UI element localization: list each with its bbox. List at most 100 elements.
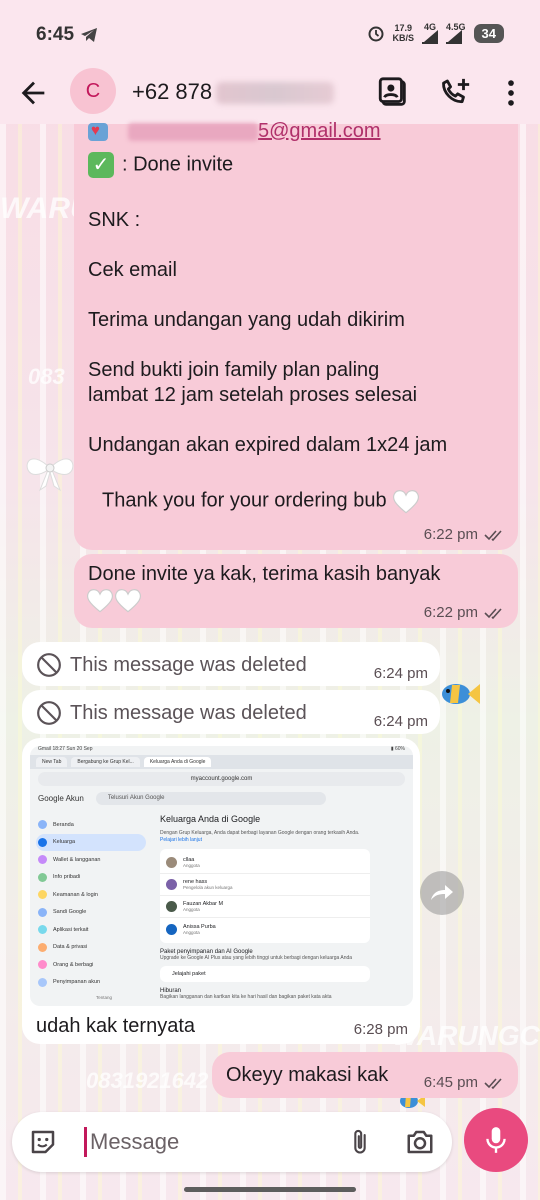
compose-bar: [12, 1112, 452, 1172]
shot-explore: Jelajahi paket: [160, 966, 370, 982]
shot-side-item: Aplikasi terkait: [36, 921, 146, 939]
sticker-icon[interactable]: [28, 1127, 58, 1157]
shot-member: Anissa Purba Anggota: [160, 918, 370, 940]
message-meta: 6:22 pm: [424, 604, 504, 621]
fish-sticker: [442, 684, 480, 704]
message-text: Terima undangan yang udah dikirim: [88, 309, 405, 331]
voice-record-button[interactable]: [464, 1108, 528, 1172]
message-meta: 6:22 pm: [424, 526, 504, 543]
checkmark-icon: ✓: [88, 152, 114, 178]
deleted-row: This message was deleted: [36, 652, 307, 678]
shot-status: Gmail 18:27 Sun 20 Sep ▮ 60%: [38, 746, 405, 752]
white-heart-icon: [86, 589, 114, 613]
text-cursor: [84, 1127, 87, 1157]
more-options-icon[interactable]: [494, 76, 528, 110]
redacted-email: [128, 122, 258, 141]
message-text: Done invite ya kak, terima kasih banyak: [88, 563, 441, 585]
status-time: 6:45: [36, 24, 75, 45]
signal-icon: [446, 30, 463, 44]
read-check-icon: [484, 529, 502, 541]
message-text: SNK :: [88, 209, 141, 231]
shot-sidebar: Beranda Keluarga Wallet & langganan Info…: [36, 816, 146, 1000]
message-meta: 6:45 pm: [424, 1074, 504, 1091]
contacts-icon[interactable]: [376, 76, 410, 110]
battery-indicator: 34: [473, 23, 504, 43]
message-time: 6:24 pm: [373, 665, 428, 682]
read-check-icon: [484, 607, 502, 619]
signal-icon: [422, 30, 439, 44]
network-4g: 4G: [422, 22, 439, 44]
shot-tab: Keluarga Anda di Google: [143, 757, 212, 767]
incoming-message-deleted[interactable]: This message was deleted 6:24 pm: [22, 690, 440, 734]
attach-icon[interactable]: [346, 1127, 374, 1157]
shot-side-item: Data & privasi: [36, 939, 146, 957]
shot-main: Keluarga Anda di Google Dengan Grup Kelu…: [160, 814, 370, 1001]
contact-name[interactable]: +62 878: [132, 79, 335, 105]
shot-side-item: Wallet & langganan: [36, 851, 146, 869]
emoji-row: [86, 587, 142, 613]
outgoing-message[interactable]: 5@gmail.com ✓: Done invite SNK : Cek ema…: [74, 120, 518, 550]
shot-desc: Dengan Grup Keluarga, Anda dapat berbagi…: [160, 830, 360, 836]
avatar[interactable]: C: [70, 68, 116, 114]
shot-link: Pelajari lebih lanjut: [160, 837, 202, 843]
network-speed: 17.9 KB/S: [392, 23, 415, 43]
shot-url: myaccount.google.com: [38, 772, 405, 786]
camera-icon[interactable]: [404, 1127, 436, 1157]
shot-side-item: Sandi Google: [36, 904, 146, 922]
shot-tab: Bergabung ke Grup Kel...: [71, 757, 140, 767]
wallpaper-text: 0831921642: [86, 1068, 209, 1093]
shot-side-item: Keamanan & login: [36, 886, 146, 904]
outgoing-message[interactable]: Done invite ya kak, terima kasih banyak …: [74, 554, 518, 628]
email-text[interactable]: 5@gmail.com: [258, 120, 381, 142]
shot-entertainment-desc: Bagikan langganan dan kartkan kita ke ha…: [160, 994, 332, 1000]
wallpaper-text: 083: [28, 364, 65, 389]
redacted-number: [216, 82, 335, 105]
shot-storage-desc: Upgrade ke Google AI Plus atau yang lebi…: [160, 955, 353, 961]
outgoing-message[interactable]: Okeyy makasi kak 6:45 pm: [212, 1052, 518, 1098]
status-icons: 17.9 KB/S 4G 4.5G 34: [367, 22, 504, 44]
message-text: Cek email: [88, 259, 177, 281]
shot-tab: New Tab: [36, 757, 68, 767]
white-heart-icon: [114, 589, 142, 613]
shot-member: rene hass Pengelola akun keluarga: [160, 874, 370, 896]
message-input[interactable]: [90, 1126, 340, 1158]
shot-footer: Tentang: [96, 995, 113, 1000]
shot-members: cllaa Anggota rene hass Pengelola akun kel…: [160, 849, 370, 943]
blocked-icon: [37, 653, 61, 677]
telegram-icon: [81, 28, 97, 42]
message-time: 6:24 pm: [373, 713, 428, 730]
back-arrow-icon[interactable]: [16, 76, 50, 110]
forward-icon: [431, 885, 453, 900]
incoming-message-deleted[interactable]: This message was deleted 6:24 pm: [22, 642, 440, 686]
heart-icon: [88, 122, 108, 141]
blocked-icon: [37, 701, 61, 725]
shot-logo: Google Akun: [38, 793, 84, 803]
shot-member: Fauzan Akbar M Anggota: [160, 896, 370, 918]
shot-header: Google Akun Telusuri Akun Google: [30, 789, 413, 807]
deleted-row: This message was deleted: [36, 700, 307, 726]
message-text: Send bukti join family plan paling: [88, 359, 380, 381]
message-text: lambat 12 jam setelah proses selesai: [88, 384, 418, 406]
bow-sticker: [26, 458, 74, 492]
incoming-image-message[interactable]: Gmail 18:27 Sun 20 Sep ▮ 60% New Tab Berg…: [22, 738, 420, 1044]
shot-tabs: New Tab Bergabung ke Grup Kel... Keluarg…: [30, 755, 413, 769]
done-invite-line: ✓: Done invite: [88, 152, 233, 178]
message-text: Thank you for your ordering bub: [102, 488, 420, 514]
add-call-icon[interactable]: [438, 76, 472, 110]
alarm-icon: [368, 26, 383, 42]
shot-search: Telusuri Akun Google: [95, 791, 326, 805]
email-line: 5@gmail.com: [88, 120, 381, 143]
status-bar: 6:45 17.9 KB/S 4G 4.5G 34: [0, 0, 540, 62]
white-heart-icon: [393, 490, 420, 514]
shot-member: cllaa Anggota: [160, 852, 370, 874]
shot-side-item: Info pribadi: [36, 869, 146, 887]
shot-title: Keluarga Anda di Google: [160, 814, 261, 824]
shot-side-item: Beranda: [36, 816, 146, 834]
message-text: Okeyy makasi kak: [226, 1064, 389, 1086]
conversation-header: C +62 878: [0, 62, 540, 124]
image-attachment[interactable]: Gmail 18:27 Sun 20 Sep ▮ 60% New Tab Berg…: [30, 746, 413, 1006]
home-indicator[interactable]: [184, 1187, 356, 1192]
forward-button[interactable]: [420, 871, 464, 915]
message-text: udah kak ternyata: [36, 1015, 195, 1037]
read-check-icon: [484, 1077, 502, 1089]
